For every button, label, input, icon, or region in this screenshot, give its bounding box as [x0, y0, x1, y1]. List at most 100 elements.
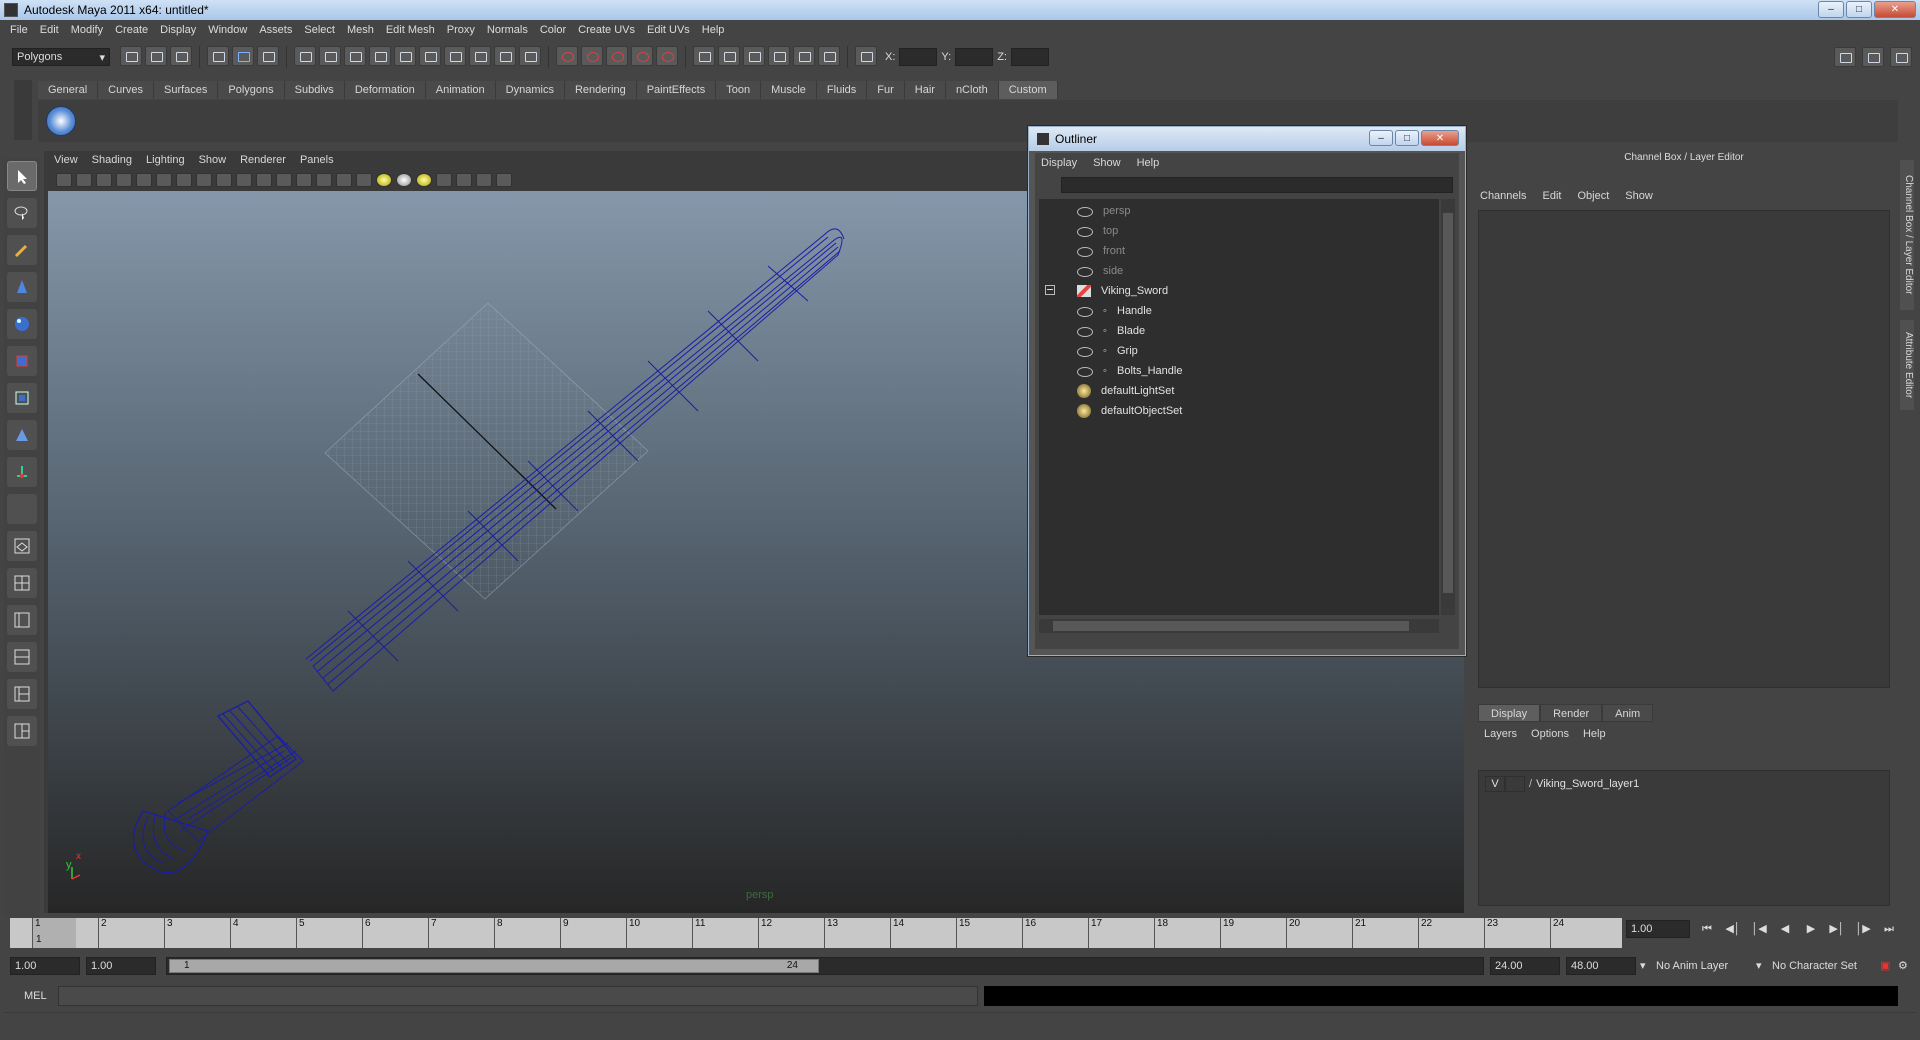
- shelf-tab-hair[interactable]: Hair: [904, 81, 946, 99]
- layout-single-perspective-icon[interactable]: [7, 531, 37, 561]
- textured-icon[interactable]: [356, 173, 372, 187]
- construction-history-icon[interactable]: [718, 46, 740, 66]
- snap-view-plane-icon[interactable]: [631, 46, 653, 66]
- 2d-pan-zoom-icon[interactable]: [116, 173, 132, 187]
- chevron-down-icon[interactable]: ▾: [1756, 957, 1762, 975]
- playback-start-field[interactable]: 1.00: [86, 957, 156, 975]
- outliner-item[interactable]: ◦ Bolts_Handle: [1077, 361, 1182, 381]
- select-curves-icon[interactable]: [344, 46, 366, 66]
- layer-tab-anim[interactable]: Anim: [1602, 704, 1654, 722]
- layout-custom-icon[interactable]: [7, 716, 37, 746]
- shelf-tab-toon[interactable]: Toon: [716, 81, 762, 99]
- lock-selection-icon[interactable]: [494, 46, 516, 66]
- layer-tab-display[interactable]: Display: [1478, 704, 1541, 722]
- select-by-component-icon[interactable]: [257, 46, 279, 66]
- outliner-titlebar[interactable]: Outliner – □ ✕: [1029, 127, 1465, 151]
- outliner-item[interactable]: top: [1077, 221, 1118, 241]
- close-button[interactable]: ✕: [1874, 1, 1916, 18]
- channel-menu-object[interactable]: Object: [1577, 190, 1609, 202]
- shelf-tab-subdivs[interactable]: Subdivs: [284, 81, 345, 99]
- menu-help[interactable]: Help: [696, 24, 731, 36]
- menu-window[interactable]: Window: [202, 24, 253, 36]
- chevron-down-icon[interactable]: ▾: [1640, 957, 1646, 975]
- layer-row[interactable]: V / Viking_Sword_layer1: [1485, 775, 1639, 793]
- menu-edit-mesh[interactable]: Edit Mesh: [380, 24, 441, 36]
- menu-proxy[interactable]: Proxy: [441, 24, 481, 36]
- outliner-maximize-button[interactable]: □: [1395, 130, 1419, 146]
- go-to-end-icon[interactable]: ⏭: [1880, 922, 1898, 936]
- isolate-select-icon[interactable]: [436, 173, 452, 187]
- panel-menu-show[interactable]: Show: [199, 154, 227, 166]
- grease-pencil-icon[interactable]: [136, 173, 152, 187]
- command-language-label[interactable]: MEL: [24, 990, 47, 1002]
- play-backward-icon[interactable]: ◀: [1776, 922, 1794, 936]
- panel-menu-lighting[interactable]: Lighting: [146, 154, 185, 166]
- channel-menu-show[interactable]: Show: [1625, 190, 1653, 202]
- select-misc-icon[interactable]: [469, 46, 491, 66]
- select-joints-icon[interactable]: [319, 46, 341, 66]
- camera-bookmark-icon[interactable]: [76, 173, 92, 187]
- x-field[interactable]: [899, 48, 938, 66]
- move-tool-icon[interactable]: [7, 272, 37, 302]
- select-tool-icon[interactable]: [7, 161, 37, 191]
- collapse-icon[interactable]: [1045, 285, 1055, 295]
- snap-grid-icon[interactable]: [556, 46, 578, 66]
- animation-end-field[interactable]: 48.00: [1566, 957, 1636, 975]
- outliner-item[interactable]: ◦ Grip: [1077, 341, 1138, 361]
- smooth-shade-icon[interactable]: [316, 173, 332, 187]
- shelf-menu-strip[interactable]: [14, 80, 32, 140]
- layer-visibility-toggle[interactable]: V: [1485, 776, 1505, 792]
- command-input[interactable]: [58, 986, 978, 1006]
- scroll-thumb[interactable]: [1443, 213, 1453, 593]
- menu-modify[interactable]: Modify: [65, 24, 109, 36]
- outliner-item[interactable]: ◦ Handle: [1077, 301, 1152, 321]
- menu-display[interactable]: Display: [154, 24, 202, 36]
- render-view-icon[interactable]: [743, 46, 765, 66]
- shelf-tab-animation[interactable]: Animation: [425, 81, 496, 99]
- z-field[interactable]: [1010, 48, 1049, 66]
- step-forward-frame-icon[interactable]: ▶│: [1828, 922, 1846, 936]
- render-frame-icon[interactable]: [768, 46, 790, 66]
- menu-normals[interactable]: Normals: [481, 24, 534, 36]
- select-deformers-icon[interactable]: [394, 46, 416, 66]
- shelf-tab-surfaces[interactable]: Surfaces: [153, 81, 219, 99]
- safe-action-icon[interactable]: [256, 173, 272, 187]
- animation-start-field[interactable]: 1.00: [10, 957, 80, 975]
- shelf-tab-painteffects[interactable]: PaintEffects: [636, 81, 717, 99]
- shelf-tab-general[interactable]: General: [38, 81, 99, 99]
- step-back-key-icon[interactable]: ◀│: [1724, 922, 1742, 936]
- rotate-tool-icon[interactable]: [7, 309, 37, 339]
- shelf-tab-polygons[interactable]: Polygons: [218, 81, 285, 99]
- save-scene-icon[interactable]: [170, 46, 192, 66]
- wireframe-on-shaded-icon[interactable]: [336, 173, 352, 187]
- camera-attributes-icon[interactable]: [56, 173, 72, 187]
- toggle-channel-box-icon[interactable]: [1890, 47, 1912, 67]
- paint-select-tool-icon[interactable]: [7, 235, 37, 265]
- scale-tool-icon[interactable]: [7, 346, 37, 376]
- soft-modification-icon[interactable]: [7, 420, 37, 450]
- current-frame-field[interactable]: 1.00: [1626, 920, 1690, 938]
- shelf-tab-dynamics[interactable]: Dynamics: [495, 81, 565, 99]
- outliner-menu-display[interactable]: Display: [1041, 157, 1077, 169]
- select-by-hierarchy-icon[interactable]: [207, 46, 229, 66]
- menu-edit-uvs[interactable]: Edit UVs: [641, 24, 696, 36]
- menu-color[interactable]: Color: [534, 24, 572, 36]
- shelf-tab-fluids[interactable]: Fluids: [816, 81, 868, 99]
- step-back-frame-icon[interactable]: │◀: [1750, 922, 1768, 936]
- history-icon[interactable]: [693, 46, 715, 66]
- outliner-menu-help[interactable]: Help: [1137, 157, 1160, 169]
- menu-mesh[interactable]: Mesh: [341, 24, 380, 36]
- shelf-tab-muscle[interactable]: Muscle: [761, 81, 817, 99]
- open-scene-icon[interactable]: [145, 46, 167, 66]
- select-surfaces-icon[interactable]: [369, 46, 391, 66]
- menu-create-uvs[interactable]: Create UVs: [572, 24, 641, 36]
- channel-menu-edit[interactable]: Edit: [1542, 190, 1561, 202]
- play-forward-icon[interactable]: ▶: [1802, 922, 1820, 936]
- layout-hypershade-icon[interactable]: [7, 679, 37, 709]
- use-all-lights-icon[interactable]: [376, 173, 392, 187]
- shadows-icon[interactable]: [396, 173, 412, 187]
- field-chart-icon[interactable]: [236, 173, 252, 187]
- shelf-tab-curves[interactable]: Curves: [98, 81, 154, 99]
- image-plane-icon[interactable]: [96, 173, 112, 187]
- snap-curve-icon[interactable]: [581, 46, 603, 66]
